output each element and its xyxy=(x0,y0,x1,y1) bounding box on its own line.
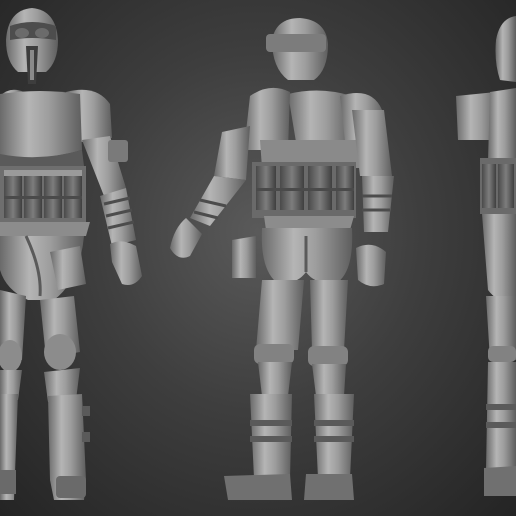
legs-side xyxy=(484,296,516,496)
legs-back xyxy=(254,280,348,396)
utility-vest-back xyxy=(252,162,356,218)
arm-right xyxy=(82,136,142,285)
render-canvas xyxy=(0,8,516,500)
boots xyxy=(0,394,90,500)
chest-plate xyxy=(0,91,82,158)
arm-right-back xyxy=(352,110,394,287)
sculpt-viewport xyxy=(0,0,516,516)
utility-vest xyxy=(0,166,86,224)
glove-right-back xyxy=(356,244,386,287)
boot-side xyxy=(484,466,516,496)
arm-left-back xyxy=(170,126,256,278)
trooper-side-view xyxy=(456,16,516,496)
helmet xyxy=(6,8,58,84)
legs xyxy=(0,290,80,402)
trooper-back-view xyxy=(170,18,394,500)
utility-vest-side xyxy=(480,158,516,214)
helmet-back xyxy=(266,18,328,80)
helmet-side xyxy=(495,16,516,82)
trooper-front-view xyxy=(0,8,142,500)
glove-left-back xyxy=(170,218,202,258)
glove-right xyxy=(110,241,142,285)
boots-back xyxy=(224,394,354,500)
